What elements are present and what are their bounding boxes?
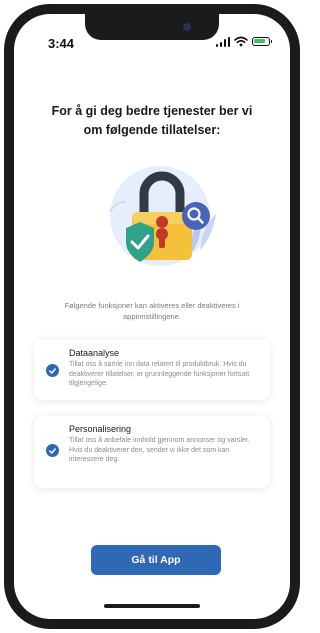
- permission-title: Personalisering: [69, 424, 132, 434]
- camera-icon: [183, 23, 191, 31]
- home-indicator[interactable]: [104, 604, 200, 608]
- signal-icon: [215, 36, 230, 47]
- page-title: For å gi deg bedre tjenester ber vi om f…: [51, 104, 253, 137]
- status-icons: [215, 36, 272, 47]
- magnifier-icon: [182, 202, 210, 230]
- info-text: Følgende funksjoner kan aktiveres eller …: [64, 301, 240, 321]
- phone-frame: 3:44 For å gi deg bedre tjenester ber vi…: [4, 4, 300, 629]
- go-to-app-button[interactable]: Gå til App: [91, 545, 221, 575]
- status-time: 3:44: [48, 36, 75, 51]
- permission-title: Dataanalyse: [69, 348, 120, 358]
- notch: [85, 14, 219, 40]
- checkbox-checked-icon[interactable]: [46, 364, 59, 377]
- permission-card-personalisering[interactable]: Personalisering Tillat oss å anbefale in…: [34, 416, 270, 488]
- checkbox-checked-icon[interactable]: [46, 444, 59, 457]
- wifi-icon: [234, 36, 248, 47]
- app-screen: 3:44 For å gi deg bedre tjenester ber vi…: [14, 14, 290, 619]
- permissions-illustration: [109, 166, 216, 266]
- permission-card-dataanalyse[interactable]: Dataanalyse Tillat oss å samle inn data …: [34, 340, 270, 400]
- permission-description: Tillat oss å samle inn data relatert til…: [69, 361, 250, 388]
- permission-description: Tillat oss å anbefale innhold gjennom an…: [69, 437, 250, 464]
- battery-icon: [252, 37, 272, 46]
- status-bar: 3:44: [14, 14, 290, 58]
